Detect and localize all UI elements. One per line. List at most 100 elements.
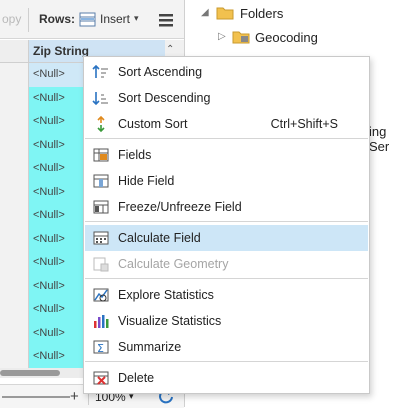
row-header[interactable]: [0, 133, 29, 157]
zip-string-cell[interactable]: <Null>: [29, 227, 85, 251]
table-options-menu-icon[interactable]: [158, 13, 174, 30]
row-header[interactable]: [0, 227, 29, 251]
zoom-in-icon[interactable]: +: [70, 388, 79, 405]
sort-descending-menu-item[interactable]: Sort Descending: [85, 85, 368, 111]
row-header[interactable]: [0, 63, 29, 87]
chevron-down-icon[interactable]: ▾: [134, 13, 139, 24]
cell-value: <Null>: [33, 138, 65, 151]
explore-statistics-icon: [92, 286, 110, 304]
column-context-menu: Sort Ascending Sort Descending Custom So…: [83, 56, 370, 394]
zip-string-cell[interactable]: <Null>: [29, 274, 85, 298]
zip-string-cell[interactable]: <Null>: [29, 157, 85, 181]
collapse-arrow-icon[interactable]: ◢: [201, 7, 209, 18]
zip-string-cell[interactable]: <Null>: [29, 251, 85, 275]
folder-icon: [216, 5, 234, 23]
geocoding-tree-item[interactable]: Geocoding: [255, 30, 318, 45]
folder-icon: [232, 29, 250, 47]
column-sort-arrow-icon[interactable]: ⌃: [166, 44, 174, 55]
freeze-field-icon: [92, 198, 110, 216]
menu-item-label: Hide Field: [118, 174, 175, 188]
menu-separator: [85, 361, 368, 362]
zip-string-cell[interactable]: <Null>: [29, 110, 85, 134]
truncated-tree-label: ing Ser: [369, 124, 390, 154]
cell-value: <Null>: [33, 91, 65, 104]
sort-ascending-icon: [92, 63, 110, 81]
cell-value: <Null>: [33, 162, 65, 174]
svg-text:Σ: Σ: [97, 342, 104, 355]
menu-item-shortcut: Ctrl+Shift+S: [270, 117, 338, 131]
cell-value: <Null>: [33, 350, 65, 362]
menu-item-label: Freeze/Unfreeze Field: [118, 200, 242, 214]
cell-value: <Null>: [33, 279, 65, 292]
scrollbar-thumb[interactable]: [0, 370, 60, 376]
zip-string-cell[interactable]: <Null>: [29, 133, 85, 157]
zoom-slider[interactable]: [2, 396, 70, 398]
delete-field-menu-item[interactable]: Delete: [85, 365, 368, 391]
sort-descending-icon: [92, 89, 110, 107]
calculate-field-menu-item[interactable]: Calculate Field: [85, 225, 368, 251]
row-header[interactable]: [0, 321, 29, 345]
custom-sort-menu-item[interactable]: Custom Sort Ctrl+Shift+S: [85, 111, 368, 137]
cell-value: <Null>: [33, 232, 65, 245]
zip-string-cell[interactable]: <Null>: [29, 345, 85, 369]
menu-item-label: Calculate Field: [118, 231, 201, 245]
row-header[interactable]: [0, 345, 29, 369]
hide-field-menu-item[interactable]: Hide Field: [85, 168, 368, 194]
row-header[interactable]: [0, 298, 29, 322]
column-header-label: Zip String: [33, 44, 89, 58]
fields-menu-item[interactable]: Fields: [85, 142, 368, 168]
insert-button[interactable]: Insert: [100, 12, 130, 26]
delete-icon: [92, 369, 110, 387]
row-header[interactable]: [0, 86, 29, 110]
row-header[interactable]: [0, 180, 29, 204]
copy-button[interactable]: opy: [2, 12, 21, 26]
sort-ascending-menu-item[interactable]: Sort Ascending: [85, 59, 368, 85]
expand-arrow-icon[interactable]: ▷: [218, 31, 226, 42]
zip-string-cell[interactable]: <Null>: [29, 321, 85, 345]
menu-item-label: Explore Statistics: [118, 288, 214, 302]
cell-value: <Null>: [33, 115, 65, 127]
rows-label: Rows:: [39, 12, 75, 26]
cell-value: <Null>: [33, 185, 65, 198]
fields-icon: [92, 146, 110, 164]
menu-separator: [85, 278, 368, 279]
summarize-menu-item[interactable]: Σ Summarize: [85, 334, 368, 360]
zip-string-cell[interactable]: <Null>: [29, 298, 85, 322]
zip-string-cell[interactable]: <Null>: [29, 180, 85, 204]
zip-string-cell[interactable]: <Null>: [29, 204, 85, 228]
toolbar-divider: [28, 8, 29, 32]
menu-item-label: Sort Descending: [118, 91, 211, 105]
zip-string-cell[interactable]: <Null>: [29, 86, 85, 110]
row-header[interactable]: [0, 110, 29, 134]
cell-value: <Null>: [33, 209, 65, 221]
calculate-geometry-menu-item: Calculate Geometry: [85, 251, 368, 277]
freeze-field-menu-item[interactable]: Freeze/Unfreeze Field: [85, 194, 368, 220]
hide-field-icon: [92, 172, 110, 190]
menu-item-label: Calculate Geometry: [118, 257, 229, 271]
summarize-icon: Σ: [92, 338, 110, 356]
row-header[interactable]: [0, 274, 29, 298]
cell-value: <Null>: [33, 68, 65, 80]
cell-value: <Null>: [33, 256, 65, 268]
insert-row-icon[interactable]: [79, 12, 97, 31]
zip-string-cell[interactable]: <Null>: [29, 63, 85, 87]
row-header[interactable]: [0, 157, 29, 181]
folders-tree-item[interactable]: Folders: [240, 6, 283, 21]
row-header-corner: [0, 40, 29, 62]
menu-item-label: Fields: [118, 148, 152, 162]
menu-separator: [85, 221, 368, 222]
explore-statistics-menu-item[interactable]: Explore Statistics: [85, 282, 368, 308]
menu-item-label: Delete: [118, 371, 155, 385]
custom-sort-icon: [92, 115, 110, 133]
row-header[interactable]: [0, 204, 29, 228]
row-header[interactable]: [0, 251, 29, 275]
menu-item-label: Sort Ascending: [118, 65, 203, 79]
calculate-field-icon: [92, 229, 110, 247]
table-toolbar: opy Rows: Insert ▾: [0, 0, 184, 39]
visualize-statistics-menu-item[interactable]: Visualize Statistics: [85, 308, 368, 334]
calculate-geometry-icon: [92, 255, 110, 273]
bar-chart-icon: [92, 312, 110, 330]
cell-value: <Null>: [33, 303, 65, 315]
menu-item-label: Visualize Statistics: [118, 314, 222, 328]
menu-separator: [85, 138, 368, 139]
